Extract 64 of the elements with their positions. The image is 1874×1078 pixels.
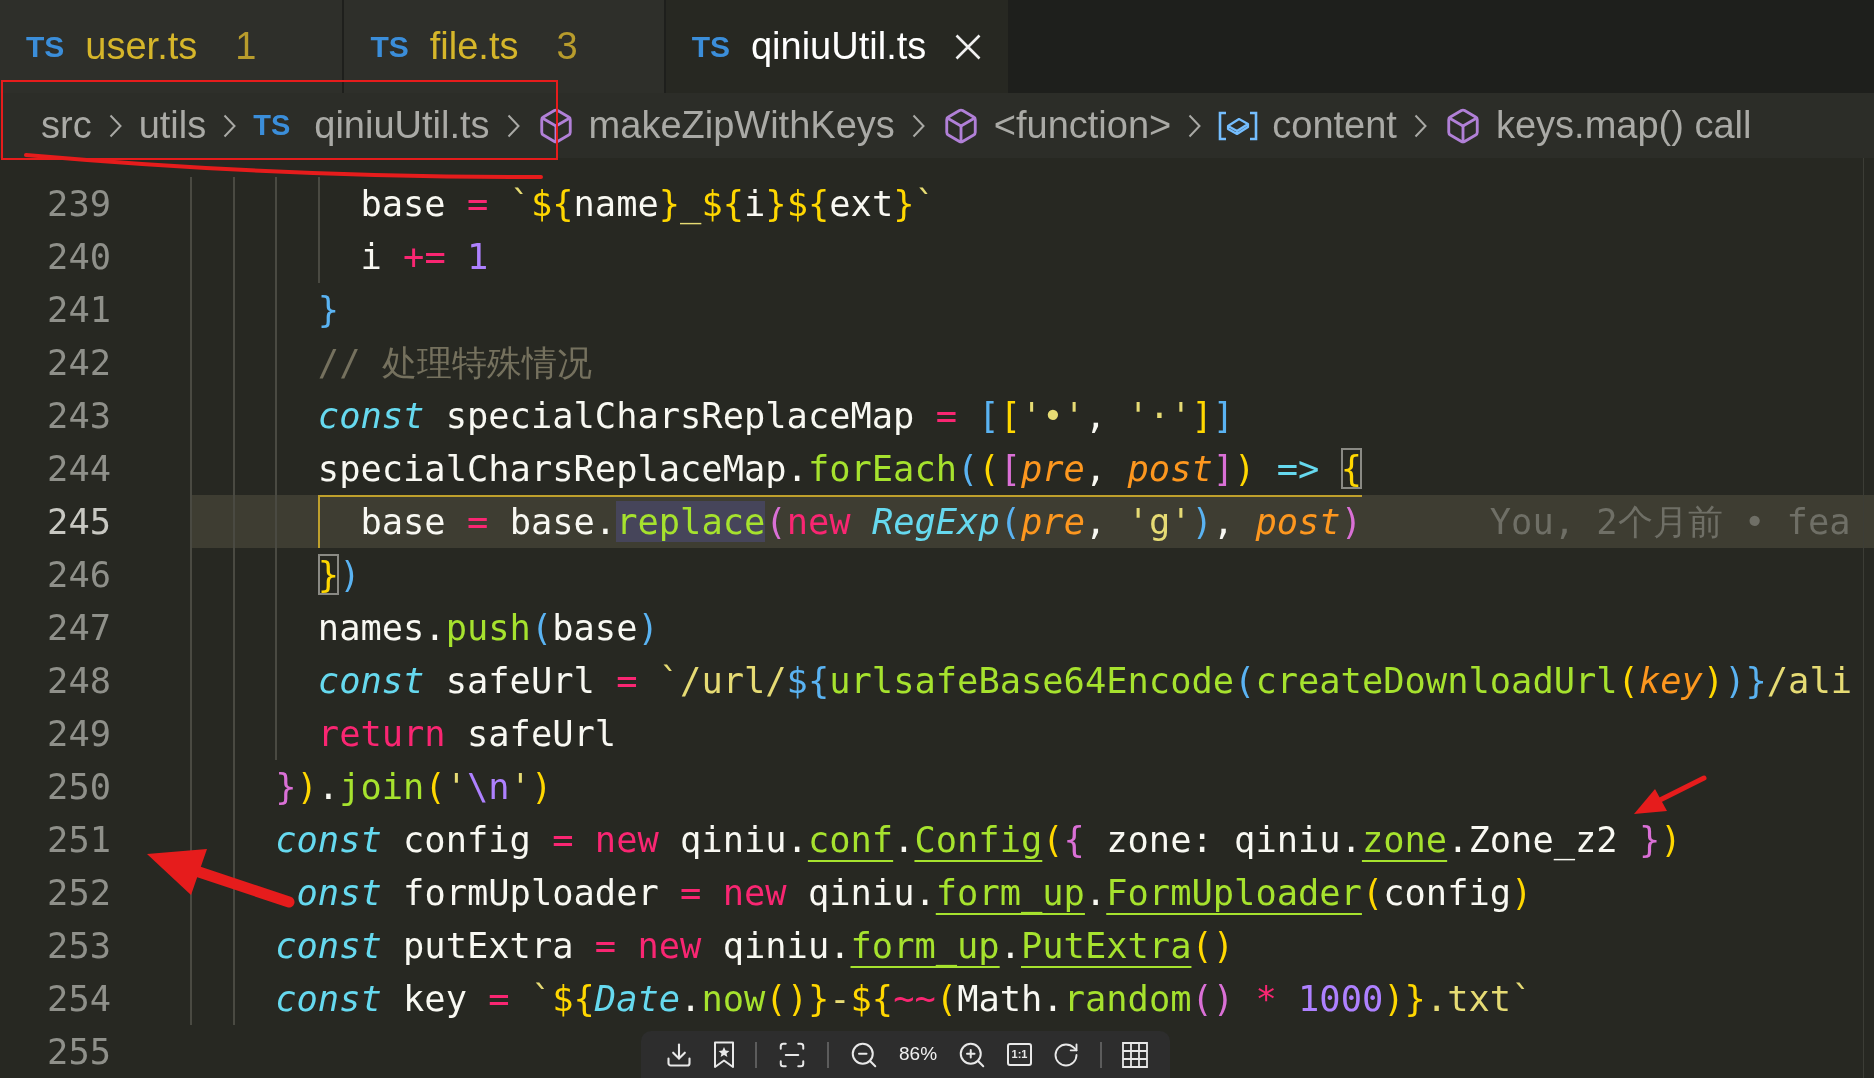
bookmark-star-icon (713, 1040, 735, 1069)
chevron-icon (108, 113, 122, 138)
editor-tab[interactable]: TS file.ts 3 (344, 0, 666, 93)
language-label: TS (370, 29, 409, 65)
line-number: 251 (47, 818, 111, 862)
code-line: specialCharsReplaceMap.forEach(([pre, post]) => { (317, 447, 1362, 491)
line-number: 239 (47, 182, 111, 226)
chevron-icon (506, 113, 520, 138)
editor-tab[interactable]: TS qiniuUtil.ts (665, 0, 1011, 93)
zoom-level: 86% (899, 1042, 938, 1067)
line-number: 250 (47, 765, 111, 809)
breadcrumb-item[interactable]: utils (138, 97, 207, 154)
grid-button[interactable] (1122, 1041, 1149, 1068)
chevron-icon (1413, 113, 1427, 138)
breadcrumb-item[interactable]: TS qiniuUtil.ts (253, 97, 490, 154)
line-number: 241 (47, 288, 111, 332)
chevron-icon (911, 113, 925, 138)
code-line: } (317, 288, 340, 332)
grid-icon (1122, 1041, 1149, 1068)
line-number: 254 (47, 977, 111, 1021)
editor-tab[interactable]: TS user.ts 1 (0, 0, 345, 93)
code-line: }).join('\n') (275, 765, 553, 809)
code-line: base = `${name}_${i}${ext}` (360, 182, 936, 227)
code-line: return safeUrl (317, 712, 617, 756)
problem-count: 1 (235, 24, 257, 69)
line-number: 253 (47, 924, 111, 968)
breadcrumb-item[interactable]: src (41, 97, 92, 154)
code-line: const safeUrl = `/url/${urlsafeBase64Encode(createDownloadUrl(key))}/ali (317, 659, 1852, 703)
code-line: i += 1 (360, 235, 489, 279)
line-number: 248 (47, 659, 111, 703)
breadcrumb-item[interactable]: <function> (941, 97, 1172, 154)
code-line: base = base.replace(new RegExp(pre, 'g'), post) (360, 500, 1362, 544)
language-label: TS (253, 107, 291, 143)
line-number: 252 (47, 871, 111, 915)
close-button[interactable] (955, 33, 982, 60)
variable-icon (1218, 110, 1259, 141)
code-line: const putExtra = new qiniu.form_up.PutExtra() (275, 924, 1235, 969)
code-line: onst formUploader = new qiniu.form_up.FormUploader(config) (296, 871, 1533, 916)
close-icon (955, 33, 982, 60)
line-number: 240 (47, 235, 111, 279)
line-number: 244 (47, 447, 111, 491)
actual-size-button[interactable]: 1:1 (1007, 1043, 1033, 1066)
code-line: names.push(base) (317, 606, 659, 650)
breadcrumb-item[interactable]: keys.map() call (1443, 97, 1752, 154)
language-label: TS (691, 29, 730, 65)
line-number: 245 (47, 500, 111, 544)
code-line: // 处理特殊情况 (317, 341, 592, 385)
code-line: const specialCharsReplaceMap = [['•', '·']] (317, 394, 1235, 438)
line-number: 242 (47, 341, 111, 385)
line-number: 246 (47, 553, 111, 597)
code-line: const config = new qiniu.conf.Config({ zone: qiniu.zone.Zone_z2 }) (275, 818, 1682, 863)
line-number: 243 (47, 394, 111, 438)
problem-count: 3 (556, 24, 578, 69)
chevron-icon (223, 113, 237, 138)
code-line: const key = `${Date.now()}-${~~(Math.random() * 1000)}.txt` (275, 977, 1533, 1021)
breadcrumb-item[interactable]: makeZipWithKeys (536, 97, 895, 154)
code-line: }) (317, 553, 361, 597)
chevron-icon (1188, 113, 1202, 138)
breadcrumb-item[interactable]: content (1218, 97, 1397, 154)
bookmark-button[interactable] (713, 1040, 735, 1069)
language-label: TS (26, 29, 65, 65)
line-number: 249 (47, 712, 111, 756)
line-number: 255 (47, 1030, 111, 1074)
line-number: 247 (47, 606, 111, 650)
